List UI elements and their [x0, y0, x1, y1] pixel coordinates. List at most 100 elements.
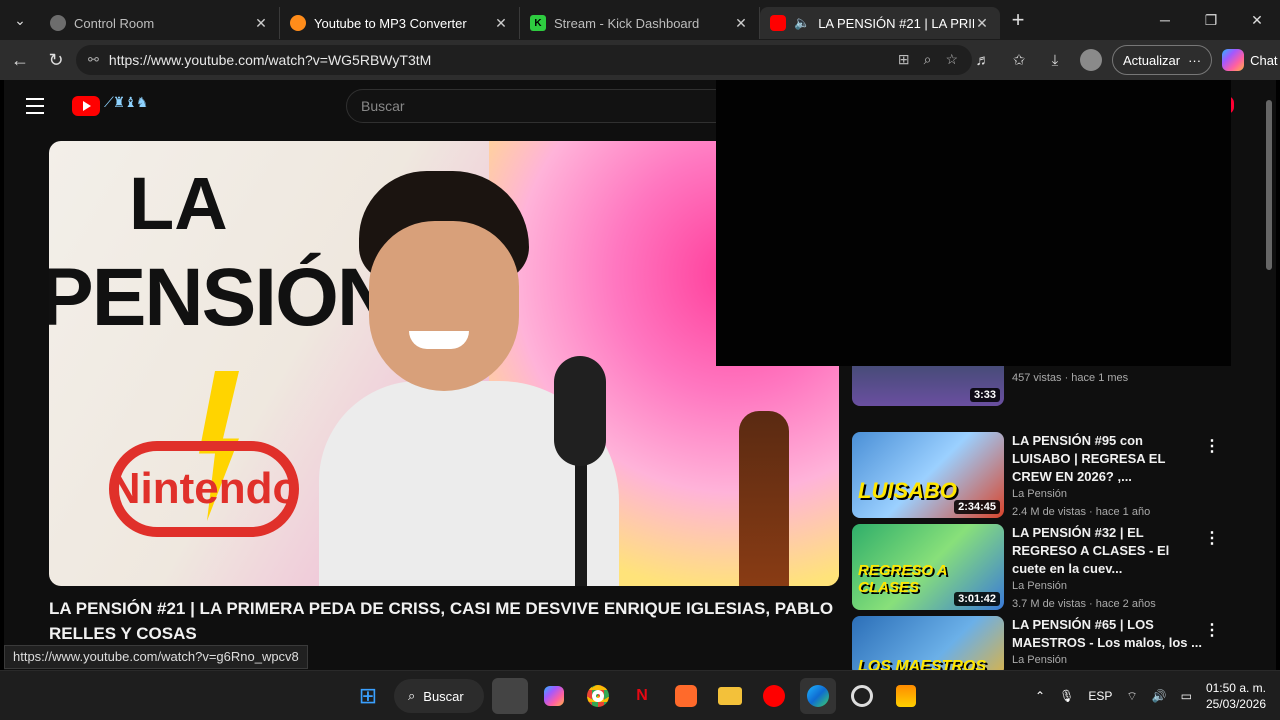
tab-kick-dashboard[interactable]: K Stream - Kick Dashboard ✕ — [520, 7, 760, 39]
restore-icon[interactable]: ❐ — [1188, 0, 1234, 40]
apps-icon[interactable]: ⊞ — [898, 51, 910, 68]
kick-favicon-icon: K — [530, 15, 546, 31]
language-indicator[interactable]: ESP — [1088, 689, 1112, 703]
video-meta: 2.4 M de vistas · hace 1 año — [1012, 506, 1151, 518]
volume-icon[interactable]: 🔊 — [1152, 689, 1167, 703]
duration-badge: 3:33 — [969, 388, 1000, 402]
toolbar-right: ♬ ✩ ⤓ Actualizar ··· Chat — [968, 44, 1278, 76]
channel-name[interactable]: La Pensión — [1012, 488, 1202, 500]
wall-text-la: LA — [129, 162, 228, 245]
duration-badge: 2:34:45 — [954, 500, 1000, 514]
video-thumbnail[interactable]: REGRESO A CLASES 3:01:42 — [852, 524, 1004, 610]
wifi-icon[interactable]: ⌔ — [1126, 689, 1137, 704]
black-overlay-window — [716, 80, 1231, 366]
control-room-favicon-icon — [50, 15, 66, 31]
youtube-logo-icon[interactable] — [72, 96, 100, 116]
downloads-icon[interactable]: ⤓ — [1040, 44, 1070, 76]
file-explorer-icon[interactable] — [712, 678, 748, 714]
close-tab-icon[interactable]: ✕ — [253, 15, 269, 32]
menu-hamburger-icon[interactable] — [26, 98, 44, 119]
tab-la-pension[interactable]: 🔈 LA PENSIÓN #21 | LA PRIMER ✕ — [760, 7, 1000, 39]
close-tab-icon[interactable]: ✕ — [493, 15, 509, 32]
mic-stand — [575, 461, 587, 586]
address-bar[interactable]: ⚯ https://www.youtube.com/watch?v=WG5RBW… — [76, 45, 972, 75]
task-view-icon[interactable] — [492, 678, 528, 714]
video-thumbnail[interactable]: LUISABO 2:34:45 — [852, 432, 1004, 518]
more-options-icon[interactable]: ··· — [1188, 53, 1201, 68]
fl-studio-icon[interactable] — [888, 678, 924, 714]
microphone-tray-icon[interactable]: 🎙 — [1059, 689, 1074, 703]
related-title[interactable]: LA PENSIÓN #95 con LUISABO | REGRESA EL … — [1012, 432, 1202, 486]
search-icon: ⌕ — [408, 688, 416, 703]
tab-control-room[interactable]: Control Room ✕ — [40, 7, 280, 39]
profile-avatar[interactable] — [1076, 44, 1106, 76]
related-info: LA PENSIÓN #95 con LUISABO | REGRESA EL … — [1012, 432, 1202, 518]
thumbnail-text: LUISABO — [858, 478, 957, 503]
more-actions-icon[interactable]: ⋮ — [1204, 620, 1220, 640]
speaker-icon[interactable]: 🔈 — [794, 15, 810, 31]
thumbnail-text: REGRESO A CLASES — [858, 562, 947, 596]
related-videos: 3:33 Hermes Verduzco 457 vistas · hace 1… — [852, 352, 1232, 670]
time-text: 01:50 a. m. — [1205, 681, 1266, 695]
copilot-icon — [1222, 49, 1245, 71]
more-actions-icon[interactable]: ⋮ — [1204, 436, 1220, 456]
obs-studio-icon[interactable] — [844, 678, 880, 714]
related-item[interactable]: LOS MAESTROS LA PENSIÓN #65 | LOS MAESTR… — [852, 616, 1232, 670]
video-meta: 457 vistas · hace 1 mes — [1012, 372, 1129, 384]
minimize-icon[interactable]: ─ — [1142, 0, 1188, 40]
site-info-icon[interactable]: ⚯ — [88, 52, 99, 68]
clock[interactable]: 01:50 a. m. 25/03/2026 — [1206, 680, 1266, 712]
close-tab-icon[interactable]: ✕ — [974, 15, 990, 32]
search-placeholder: Buscar — [361, 98, 405, 114]
chat-button[interactable]: Chat — [1222, 49, 1278, 71]
date-text: 25/03/2026 — [1205, 697, 1266, 711]
taskbar-search[interactable]: ⌕ Buscar — [394, 679, 484, 713]
url-text: https://www.youtube.com/watch?v=WG5RBWyT… — [108, 52, 432, 68]
channel-name[interactable]: La Pensión — [1012, 580, 1202, 592]
address-bar-icons: ⊞ ⌕ ☆ — [898, 51, 958, 68]
tab-title: Stream - Kick Dashboard — [554, 15, 700, 31]
channel-name[interactable]: La Pensión — [1012, 654, 1202, 666]
more-actions-icon[interactable]: ⋮ — [1204, 528, 1220, 548]
battery-icon[interactable]: ▭ — [1181, 689, 1192, 703]
update-button[interactable]: Actualizar ··· — [1112, 45, 1213, 75]
taskbar-apps: ⊞ ⌕ Buscar N — [350, 678, 924, 714]
reload-icon[interactable]: ↻ — [38, 44, 74, 76]
tab-actions-menu-button[interactable]: ⌄ — [0, 0, 40, 40]
related-title[interactable]: LA PENSIÓN #65 | LOS MAESTROS - Los malo… — [1012, 616, 1202, 652]
face — [369, 221, 519, 391]
youtube-favicon-icon — [770, 15, 786, 31]
video-thumbnail[interactable]: LOS MAESTROS — [852, 616, 1004, 670]
avatar — [1080, 49, 1102, 71]
back-arrow-icon[interactable]: ← — [2, 44, 38, 76]
zoom-icon[interactable]: ⌕ — [924, 51, 932, 68]
chrome-icon[interactable] — [580, 678, 616, 714]
obs-orange-icon[interactable] — [668, 678, 704, 714]
chevron-up-icon[interactable]: ⌃ — [1035, 689, 1045, 703]
microphone-icon — [554, 356, 606, 466]
update-label: Actualizar — [1123, 52, 1181, 68]
favorite-star-icon[interactable]: ☆ — [945, 51, 958, 68]
status-url-tooltip: https://www.youtube.com/watch?v=g6Rno_wp… — [4, 645, 308, 669]
close-tab-icon[interactable]: ✕ — [733, 15, 749, 32]
related-info: LA PENSIÓN #32 | EL REGRESO A CLASES - E… — [1012, 524, 1202, 610]
netflix-icon[interactable]: N — [624, 678, 660, 714]
converter-favicon-icon — [290, 15, 306, 31]
tab-mp3-converter[interactable]: Youtube to MP3 Converter ✕ — [280, 7, 520, 39]
search-input[interactable]: Buscar — [346, 89, 726, 123]
favorites-icon[interactable]: ✩ — [1004, 44, 1034, 76]
window-controls: ─ ❐ ✕ — [1142, 0, 1280, 40]
youtube-music-icon[interactable] — [756, 678, 792, 714]
youtube-doodle-icon[interactable]: ⟋♜♝♞ — [104, 94, 148, 111]
page-scrollbar[interactable] — [1266, 100, 1272, 270]
related-title[interactable]: LA PENSIÓN #32 | EL REGRESO A CLASES - E… — [1012, 524, 1202, 578]
start-windows-icon[interactable]: ⊞ — [350, 678, 386, 714]
edge-icon[interactable] — [800, 678, 836, 714]
new-tab-button[interactable]: + — [1000, 7, 1036, 33]
copilot-app-icon[interactable] — [536, 678, 572, 714]
thumbnail-text: LOS MAESTROS — [858, 658, 987, 670]
extensions-icon[interactable]: ♬ — [968, 44, 998, 76]
beer-bottle — [739, 411, 789, 586]
tab-title: LA PENSIÓN #21 | LA PRIMER — [818, 15, 974, 31]
close-window-icon[interactable]: ✕ — [1234, 0, 1280, 40]
